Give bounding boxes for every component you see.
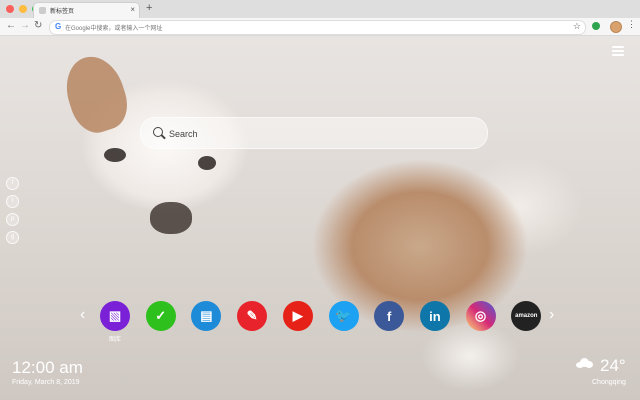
google-icon: G: [55, 22, 62, 31]
forward-button[interactable]: →: [20, 20, 30, 31]
facebook-share-icon[interactable]: f: [6, 177, 19, 190]
twitter-share-icon[interactable]: t: [6, 195, 19, 208]
profile-avatar[interactable]: [610, 21, 622, 33]
browser-window: 新标签页 × + ← → ↻ G 在Google中搜索，或者输入一个网址 ☆ ⋮…: [0, 0, 640, 400]
apps-next-arrow[interactable]: ›: [549, 306, 554, 324]
close-window-button[interactable]: [6, 5, 14, 13]
app-instagram-icon[interactable]: ◎: [465, 301, 496, 331]
pinterest-share-icon[interactable]: p: [6, 213, 19, 226]
app-linkedin-icon[interactable]: in: [419, 301, 450, 331]
app-twitter-icon[interactable]: 🐦: [328, 301, 359, 331]
puppy-eye: [104, 148, 126, 162]
title-bar: 新标签页 × +: [0, 0, 640, 18]
app-facebook-icon[interactable]: f: [374, 301, 405, 331]
tab-favicon-icon: [39, 7, 46, 14]
google-share-icon[interactable]: g: [6, 231, 19, 244]
puppy-eye: [198, 156, 216, 170]
minimize-window-button[interactable]: [19, 5, 27, 13]
weather-temperature: 24°: [600, 356, 626, 375]
tab-new-tab[interactable]: 新标签页 ×: [34, 3, 139, 18]
new-tab-page: f t p g ‹ ▧✓▤✎▶🐦fin◎amazon › 图库 12:00 am…: [0, 36, 640, 400]
puppy-ear: [57, 49, 135, 139]
app-notes-icon[interactable]: ▤: [191, 301, 222, 331]
back-button[interactable]: ←: [6, 20, 16, 31]
cloud-icon: [576, 358, 594, 368]
puppy-nose: [150, 202, 192, 234]
app-amazon-icon[interactable]: amazon: [511, 301, 542, 331]
address-bar-placeholder: 在Google中搜索，或者输入一个网址: [65, 26, 163, 32]
clock-date: Friday, March 8, 2019: [12, 379, 80, 386]
app-gallery-icon[interactable]: ▧: [100, 301, 130, 331]
app-paint-icon[interactable]: ✎: [237, 301, 268, 331]
search-icon: [153, 127, 163, 137]
clock-time: 12:00 am: [12, 358, 83, 377]
extension-icon[interactable]: [592, 22, 600, 30]
toolbar: ← → ↻ G 在Google中搜索，或者输入一个网址 ☆: [0, 18, 640, 36]
tab-close-icon[interactable]: ×: [130, 5, 135, 14]
search-box[interactable]: [140, 117, 488, 149]
app-tasks-icon[interactable]: ✓: [145, 301, 176, 331]
tab-title: 新标签页: [50, 9, 75, 15]
hamburger-menu-icon[interactable]: [612, 46, 624, 56]
reload-button[interactable]: ↻: [34, 20, 42, 31]
weather-city: Chongqing: [592, 379, 626, 386]
bookmark-star-icon[interactable]: ☆: [573, 21, 581, 32]
browser-menu-icon[interactable]: ⋮: [627, 19, 636, 30]
app-youtube-icon[interactable]: ▶: [282, 301, 313, 331]
address-bar[interactable]: G 在Google中搜索，或者输入一个网址 ☆: [49, 20, 586, 35]
apps-prev-arrow[interactable]: ‹: [80, 306, 85, 324]
app-label-gallery: 图库: [108, 337, 121, 343]
search-input[interactable]: [167, 125, 471, 143]
new-tab-button[interactable]: +: [146, 2, 152, 14]
